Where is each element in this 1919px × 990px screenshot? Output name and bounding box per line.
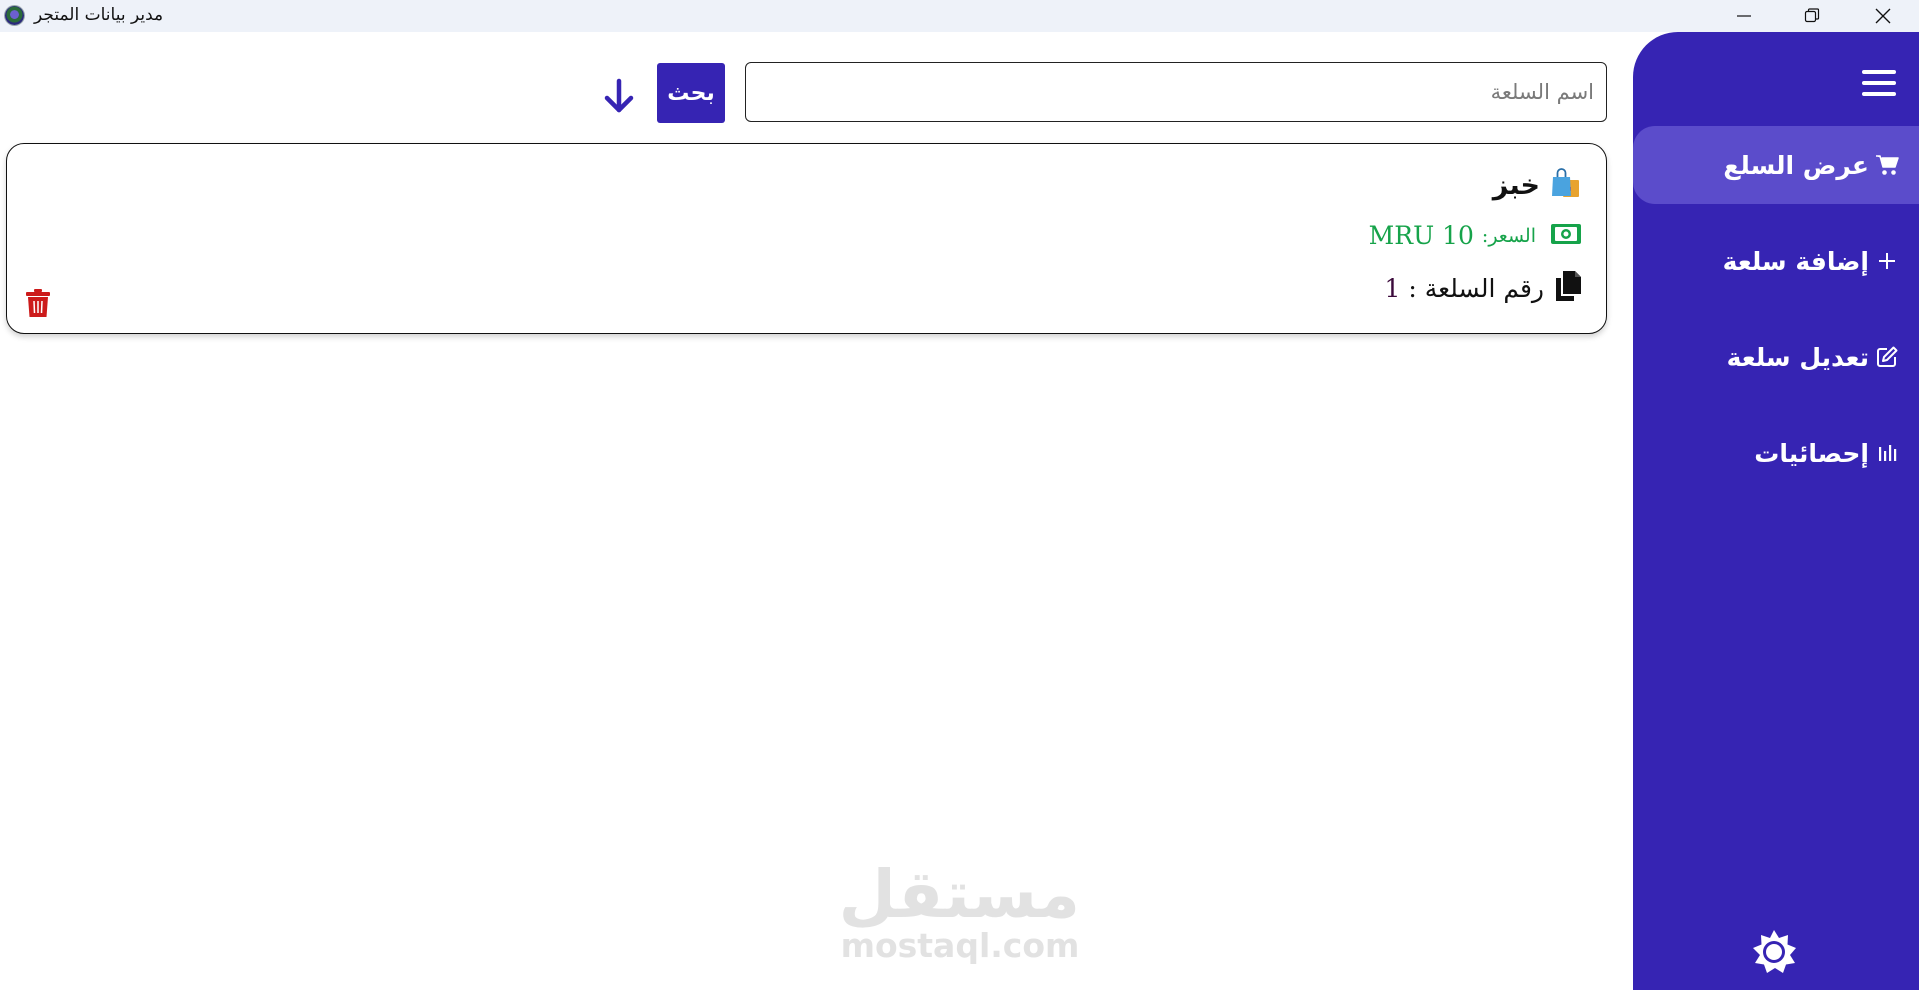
minimize-icon bbox=[1737, 15, 1751, 17]
close-icon bbox=[1875, 8, 1891, 24]
product-price-row: السعر: MRU 10 bbox=[1369, 221, 1582, 250]
sidebar-item-statistics[interactable]: إحصائيات bbox=[1633, 414, 1919, 492]
product-name: خبز bbox=[1492, 169, 1540, 201]
shopping-bags-icon bbox=[1548, 166, 1582, 204]
arrow-down-icon[interactable] bbox=[602, 78, 636, 114]
title-bar: مدير بيانات المتجر bbox=[0, 0, 1919, 32]
search-button[interactable]: بحث bbox=[657, 63, 725, 123]
minimize-button[interactable] bbox=[1714, 0, 1774, 32]
sidebar-item-view-items[interactable]: عرض السلع bbox=[1633, 126, 1919, 204]
sidebar-item-label: إحصائيات bbox=[1754, 438, 1869, 468]
sidebar-item-label: عرض السلع bbox=[1723, 150, 1869, 180]
price-value: MRU 10 bbox=[1368, 221, 1474, 250]
maximize-button[interactable] bbox=[1782, 0, 1842, 32]
sidebar-item-label: تعديل سلعة bbox=[1726, 342, 1869, 372]
window-title: مدير بيانات المتجر bbox=[34, 5, 164, 25]
edit-icon bbox=[1875, 345, 1899, 369]
trash-icon[interactable] bbox=[25, 288, 51, 318]
product-id-row: رقم السلعة : 1 bbox=[1384, 270, 1582, 306]
product-id-separator: : bbox=[1408, 273, 1417, 303]
restore-icon bbox=[1804, 8, 1820, 23]
hamburger-icon[interactable] bbox=[1862, 70, 1896, 100]
close-button[interactable] bbox=[1853, 0, 1913, 32]
sidebar-item-edit-item[interactable]: تعديل سلعة bbox=[1633, 318, 1919, 396]
product-card: خبز السعر: MRU 10 رقم السلعة : 1 bbox=[6, 143, 1607, 334]
watermark-latin: mostaql.com bbox=[840, 926, 1080, 965]
money-icon bbox=[1550, 222, 1582, 250]
stats-icon bbox=[1875, 441, 1899, 465]
plus-icon bbox=[1875, 249, 1899, 273]
product-id-label: رقم السلعة bbox=[1424, 273, 1544, 303]
sidebar-item-label: إضافة سلعة bbox=[1722, 246, 1869, 276]
sun-icon[interactable] bbox=[1750, 928, 1798, 976]
price-label: السعر: bbox=[1481, 224, 1536, 247]
app-logo-icon bbox=[5, 6, 24, 25]
watermark-arabic: مستقل bbox=[838, 856, 1080, 933]
cart-icon bbox=[1875, 153, 1899, 177]
sidebar-item-add-item[interactable]: إضافة سلعة bbox=[1633, 222, 1919, 300]
search-input[interactable] bbox=[745, 62, 1607, 122]
product-id-value: 1 bbox=[1384, 273, 1401, 303]
watermark: مستقل mostaql.com bbox=[838, 856, 1080, 965]
product-name-row: خبز bbox=[1493, 166, 1582, 204]
sidebar: عرض السلع إضافة سلعة تعديل سلعة إحصائيات bbox=[1633, 32, 1919, 990]
copy-icon bbox=[1554, 270, 1582, 306]
